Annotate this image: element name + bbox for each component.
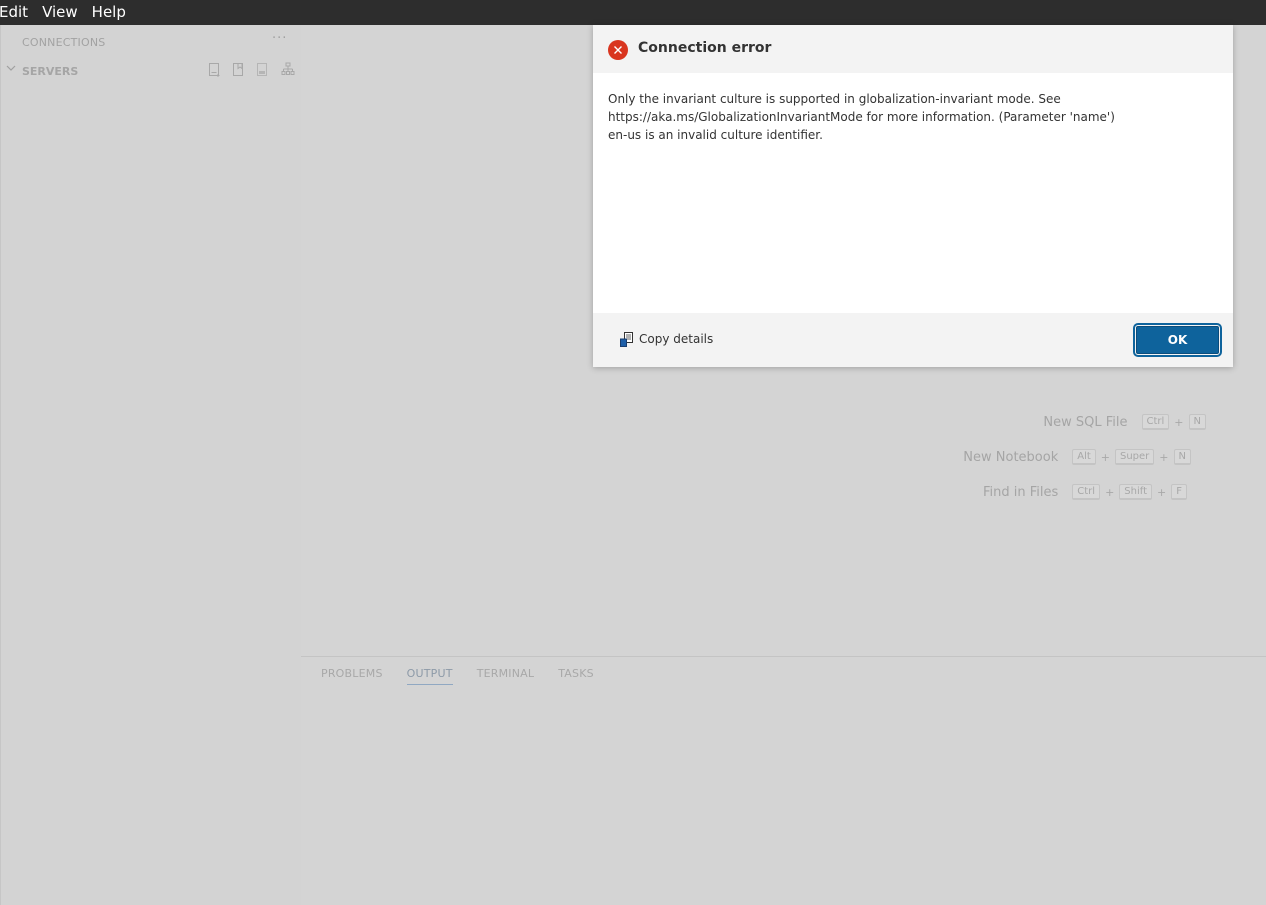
shortcut-key: Ctrl [1072,484,1101,500]
error-message: Only the invariant culture is supported … [608,90,1208,144]
error-message-line: en-us is an invalid culture identifier. [608,128,823,142]
error-icon [608,40,628,60]
menu-help[interactable]: Help [86,0,134,25]
tab-problems[interactable]: PROBLEMS [321,667,383,685]
error-message-line: Only the invariant culture is supported … [608,92,1061,106]
connection-error-dialog: Connection error Only the invariant cult… [593,25,1233,367]
dialog-header: Connection error [593,25,1233,73]
sidebar-title: CONNECTIONS [22,36,106,49]
shortcut-find-in-files: Find in Files Ctrl + Shift + F [983,484,1187,500]
connections-sidebar: CONNECTIONS ··· SERVERS [0,25,301,905]
dialog-footer: Copy details OK [593,313,1233,367]
servers-section-header[interactable]: SERVERS [1,62,301,82]
tab-terminal[interactable]: TERMINAL [477,667,535,685]
servers-label: SERVERS [22,65,79,78]
shortcut-new-notebook: New Notebook Alt + Super + N [963,449,1191,465]
new-server-group-icon[interactable] [230,62,248,80]
panel-tabs: PROBLEMS OUTPUT TERMINAL TASKS [321,667,618,685]
copy-icon [620,332,633,347]
disconnect-icon[interactable] [279,62,297,80]
menu-bar: Edit View Help [0,0,1266,25]
shortcut-key: Alt [1072,449,1096,465]
tab-output[interactable]: OUTPUT [406,667,453,685]
chevron-down-icon[interactable] [6,63,16,76]
menu-view[interactable]: View [36,0,86,25]
shortcut-key: N [1188,414,1206,430]
dialog-title: Connection error [638,40,772,56]
copy-details-label: Copy details [639,332,714,346]
tab-tasks[interactable]: TASKS [558,667,594,685]
show-active-connections-icon[interactable] [254,62,272,80]
menu-edit[interactable]: Edit [0,0,36,25]
copy-details-button[interactable]: Copy details [620,332,714,347]
shortcut-key: F [1171,484,1187,500]
shortcut-new-sql-file: New SQL File Ctrl + N [1043,414,1206,430]
shortcut-key: Super [1115,449,1155,465]
bottom-panel: PROBLEMS OUTPUT TERMINAL TASKS [301,656,1266,905]
error-message-line: https://aka.ms/GlobalizationInvariantMod… [608,110,1115,124]
new-connection-icon[interactable] [206,62,224,80]
shortcut-key: Shift [1119,484,1153,500]
more-actions-icon[interactable]: ··· [272,31,287,46]
shortcut-key: Ctrl [1141,414,1170,430]
shortcut-key: N [1173,449,1191,465]
ok-button[interactable]: OK [1133,323,1222,357]
